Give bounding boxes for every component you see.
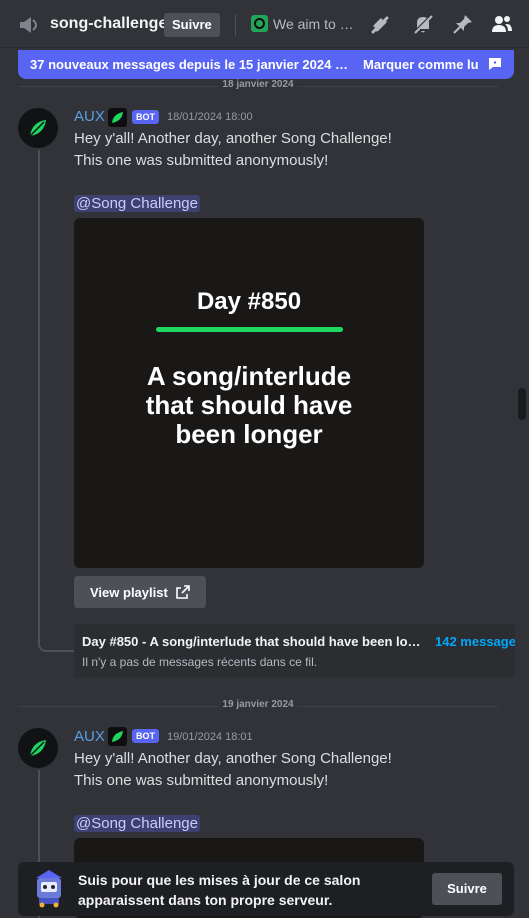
mark-as-read-button[interactable]: Marquer comme lu xyxy=(363,57,479,72)
thread-message-count[interactable]: 142 messages xyxy=(435,634,515,649)
view-playlist-label: View playlist xyxy=(90,585,168,600)
follow-banner-text: Suis pour que les mises à jour de ce sal… xyxy=(78,870,398,910)
follow-banner-line: apparaissent dans ton propre serveur. xyxy=(78,892,333,908)
channel-topic[interactable]: We aim to post xyxy=(273,16,361,32)
avatar[interactable] xyxy=(18,108,58,148)
role-mention[interactable]: @Song Challenge xyxy=(74,815,200,832)
date-divider: 18 janvier 2024 xyxy=(18,79,498,90)
scrollbar-thumb[interactable] xyxy=(518,388,526,420)
chat-bubble-icon[interactable] xyxy=(487,56,503,72)
channel-name: song-challenge xyxy=(50,15,168,32)
new-messages-text[interactable]: 37 nouveaux messages depuis le 15 janvie… xyxy=(30,57,350,72)
date-divider-label: 18 janvier 2024 xyxy=(218,79,298,90)
header-divider xyxy=(235,14,236,36)
challenge-prompt: A song/interlude that should have been l… xyxy=(94,362,404,449)
message-text: Hey y'all! Another day, another Song Cha… xyxy=(74,130,392,147)
leaf-avatar-icon xyxy=(29,740,46,757)
announcement-channel-icon xyxy=(20,17,37,33)
view-playlist-button[interactable]: View playlist xyxy=(74,576,206,608)
bell-muted-icon[interactable] xyxy=(411,12,435,36)
message-timestamp: 19/01/2024 18:01 xyxy=(167,731,253,743)
follow-button[interactable]: Suivre xyxy=(432,873,502,905)
challenge-image[interactable]: Day #850 A song/interlude that should ha… xyxy=(74,218,424,568)
channel-header: song-challenge Suivre We aim to post xyxy=(0,0,529,48)
thread-connector xyxy=(38,150,76,652)
challenge-day: Day #850 xyxy=(196,288,302,315)
role-mention[interactable]: @Song Challenge xyxy=(74,195,200,212)
avatar[interactable] xyxy=(18,728,58,768)
external-link-icon xyxy=(176,585,190,599)
challenge-prompt-line: been longer xyxy=(175,419,323,449)
threads-icon[interactable] xyxy=(368,12,392,36)
challenge-accent-bar xyxy=(156,327,343,332)
message-text: This one was submitted anonymously! xyxy=(74,152,329,169)
spotify-topic-icon xyxy=(251,15,268,32)
leaf-avatar-icon xyxy=(29,120,46,137)
bot-tag: BOT xyxy=(132,110,159,124)
bot-tag: BOT xyxy=(132,729,159,743)
author-name[interactable]: AUX xyxy=(74,728,105,745)
follow-banner-line: Suis pour que les mises à jour de ce sal… xyxy=(78,872,361,888)
follow-channel-banner: Suis pour que les mises à jour de ce sal… xyxy=(18,862,514,916)
follow-robot-icon xyxy=(36,870,62,908)
thread-title[interactable]: Day #850 - A song/interlude that should … xyxy=(82,634,427,649)
challenge-prompt-line: A song/interlude xyxy=(146,361,352,391)
leaf-badge-icon xyxy=(108,727,127,746)
follow-channel-button[interactable]: Suivre xyxy=(164,13,220,37)
date-divider: 19 janvier 2024 xyxy=(18,699,498,710)
message-timestamp: 18/01/2024 18:00 xyxy=(167,111,253,123)
thread-status: Il n'y a pas de messages récents dans ce… xyxy=(82,655,318,669)
members-icon[interactable] xyxy=(490,12,514,36)
message-text: Hey y'all! Another day, another Song Cha… xyxy=(74,750,392,767)
message-text: This one was submitted anonymously! xyxy=(74,772,329,789)
new-messages-bar[interactable]: 37 nouveaux messages depuis le 15 janvie… xyxy=(18,50,514,79)
author-name[interactable]: AUX xyxy=(74,108,105,125)
thread-preview[interactable]: Day #850 - A song/interlude that should … xyxy=(74,624,515,678)
date-divider-label: 19 janvier 2024 xyxy=(218,699,298,710)
challenge-prompt-line: that should have xyxy=(145,390,353,420)
leaf-badge-icon xyxy=(108,108,127,127)
pin-icon[interactable] xyxy=(451,12,475,36)
